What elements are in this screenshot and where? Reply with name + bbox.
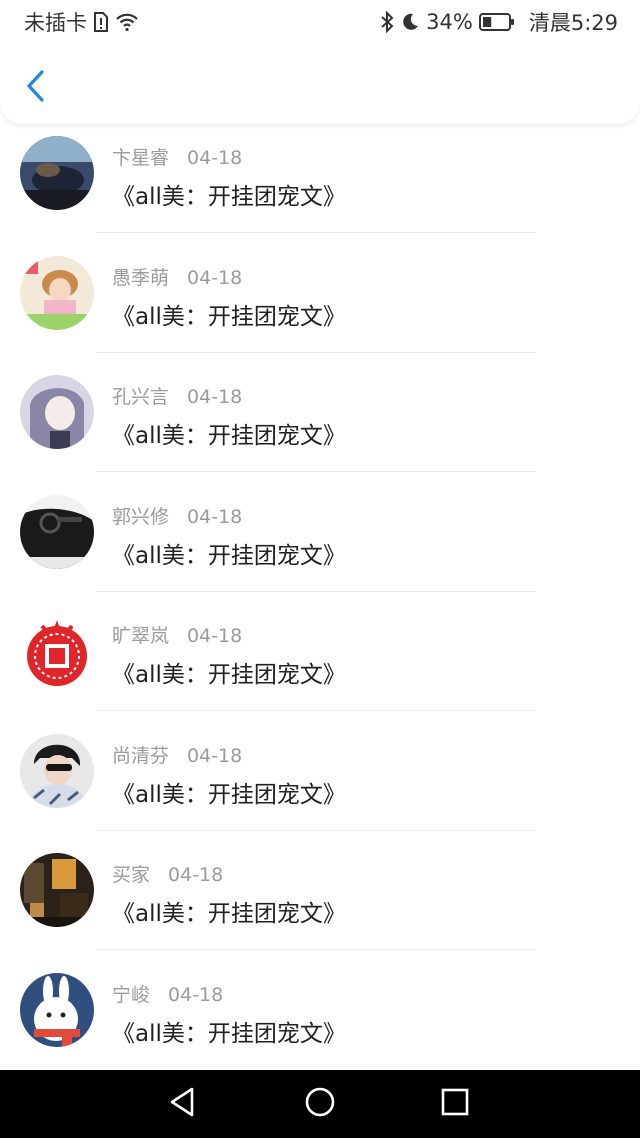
divider <box>96 949 536 950</box>
list-item[interactable]: 愚季萌 04-18 《all美：开挂团宠文》 <box>0 244 640 364</box>
divider <box>96 232 536 233</box>
back-button[interactable] <box>18 68 52 108</box>
username[interactable]: 卞星睿 <box>112 143 169 170</box>
timestamp: 04-18 <box>187 147 243 169</box>
username[interactable]: 宁峻 <box>112 980 150 1007</box>
avatar[interactable] <box>20 494 94 569</box>
battery-percent: 34% <box>426 10 473 34</box>
item-meta: 旷翠岚 04-18 <box>112 621 242 648</box>
item-meta: 孔兴言 04-18 <box>112 382 242 409</box>
username[interactable]: 买家 <box>112 860 150 887</box>
nav-home-button[interactable] <box>300 1084 340 1124</box>
back-triangle-icon <box>167 1086 197 1122</box>
avatar[interactable] <box>20 972 94 1047</box>
clock: 清晨5:29 <box>528 11 618 35</box>
timestamp: 04-18 <box>187 505 243 528</box>
list-item[interactable]: 郭兴修 04-18 《all美：开挂团宠文》 <box>0 483 640 603</box>
timestamp: 04-18 <box>187 744 243 767</box>
system-navigation-bar <box>0 1070 640 1138</box>
carrier-label: 未插卡 <box>24 11 87 35</box>
timestamp: 04-18 <box>168 983 224 1006</box>
item-meta: 买家 04-18 <box>112 860 223 887</box>
list-item[interactable]: 旷翠岚 04-18 《all美：开挂团宠文》 <box>0 602 640 722</box>
divider <box>96 829 536 831</box>
item-title[interactable]: 《all美：开挂团宠文》 <box>112 655 346 689</box>
top-app-bar <box>0 44 640 124</box>
bluetooth-icon <box>380 11 394 33</box>
item-title[interactable]: 《all美：开挂团宠文》 <box>112 1014 346 1048</box>
status-left: 未插卡 <box>24 8 139 36</box>
item-meta: 卞星睿 04-18 <box>112 143 242 170</box>
list-item[interactable]: 孔兴言 04-18 《all美：开挂团宠文》 <box>0 363 640 483</box>
username[interactable]: 孔兴言 <box>112 382 169 409</box>
divider <box>96 710 536 711</box>
nav-back-button[interactable] <box>162 1084 202 1124</box>
moon-icon <box>400 12 420 32</box>
item-title[interactable]: 《all美：开挂团宠文》 <box>112 894 346 928</box>
avatar[interactable] <box>20 853 94 927</box>
item-meta: 郭兴修 04-18 <box>112 502 242 529</box>
item-title[interactable]: 《all美：开挂团宠文》 <box>112 536 346 570</box>
item-meta: 愚季萌 04-18 <box>112 263 242 290</box>
divider <box>96 351 536 353</box>
status-bar: 未插卡 34% 清晨5:29 <box>0 0 640 44</box>
battery-icon <box>478 12 515 32</box>
list-item[interactable]: 尚清芬 04-18 《all美：开挂团宠文》 <box>0 722 640 842</box>
item-title[interactable]: 《all美：开挂团宠文》 <box>112 297 346 331</box>
list-item[interactable]: 宁峻 04-18 《all美：开挂团宠文》 <box>0 961 640 1071</box>
home-circle-icon <box>304 1086 336 1122</box>
nav-recents-button[interactable] <box>435 1084 475 1124</box>
timestamp: 04-18 <box>187 625 243 647</box>
divider <box>96 471 536 472</box>
avatar[interactable] <box>20 733 94 808</box>
item-title[interactable]: 《all美：开挂团宠文》 <box>112 416 346 450</box>
item-title[interactable]: 《all美：开挂团宠文》 <box>112 775 346 809</box>
item-title[interactable]: 《all美：开挂团宠文》 <box>112 177 346 211</box>
chevron-left-icon <box>24 69 46 107</box>
avatar[interactable] <box>20 614 94 688</box>
status-right: 34% 清晨5:29 <box>380 8 618 36</box>
timestamp: 04-18 <box>187 386 243 408</box>
username[interactable]: 愚季萌 <box>112 263 169 290</box>
divider <box>96 590 536 592</box>
username[interactable]: 旷翠岚 <box>112 621 169 648</box>
avatar[interactable] <box>20 255 94 330</box>
avatar[interactable] <box>20 136 94 210</box>
list-item[interactable]: 卞星睿 04-18 《all美：开挂团宠文》 <box>0 124 640 244</box>
wifi-icon <box>115 12 139 32</box>
avatar[interactable] <box>20 375 94 449</box>
username[interactable]: 尚清芬 <box>112 741 169 768</box>
item-meta: 尚清芬 04-18 <box>112 741 242 768</box>
comment-list[interactable]: 卞星睿 04-18 《all美：开挂团宠文》 愚季萌 04-18 《all美：开… <box>0 124 640 1070</box>
timestamp: 04-18 <box>168 864 224 886</box>
recents-square-icon <box>440 1087 470 1121</box>
list-item[interactable]: 买家 04-18 《all美：开挂团宠文》 <box>0 841 640 961</box>
username[interactable]: 郭兴修 <box>112 502 169 529</box>
item-meta: 宁峻 04-18 <box>112 980 223 1007</box>
timestamp: 04-18 <box>187 266 243 289</box>
sim-alert-icon <box>93 12 109 32</box>
